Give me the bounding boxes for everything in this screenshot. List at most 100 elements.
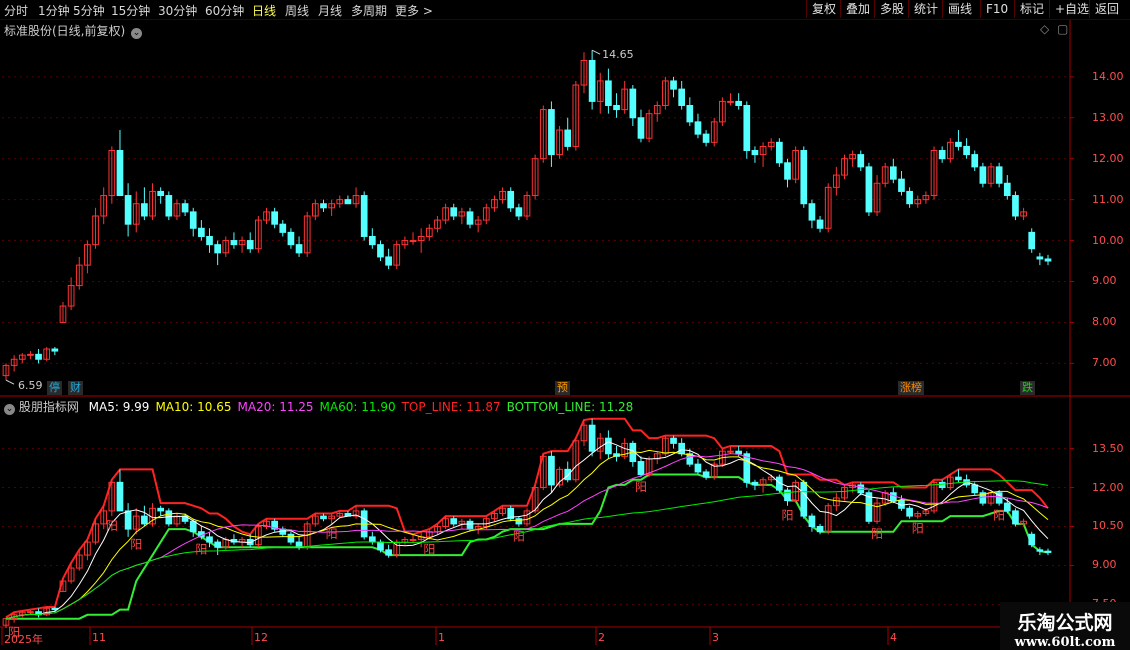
candle-body <box>564 129 572 147</box>
chart-canvas[interactable]: 14.656.59阳阳阳 阳阳阳阳阳阳阳 阳阳 <box>0 0 1130 650</box>
date-label: 12 <box>254 631 268 644</box>
candle-body <box>678 88 686 106</box>
event-marker-4[interactable]: 跌 <box>1020 381 1035 395</box>
candle-body <box>320 203 327 209</box>
ind-candle-body <box>141 515 148 525</box>
event-marker-2[interactable]: 预 <box>555 381 570 395</box>
yang-marker: 阳 <box>871 527 883 541</box>
date-label: 3 <box>712 631 719 644</box>
candle-body <box>784 162 791 180</box>
candle-body <box>189 211 197 229</box>
candle-body <box>776 141 783 164</box>
ind-candle-body <box>906 507 913 517</box>
candle-body <box>507 190 515 209</box>
candle-body <box>1028 231 1036 250</box>
ind-candle-body <box>751 481 759 486</box>
ind-candle-body <box>124 510 132 530</box>
candle-body <box>613 104 620 111</box>
yang-marker: 阳 <box>782 509 794 523</box>
candle-body <box>295 244 303 254</box>
event-marker-1[interactable]: 财 <box>68 381 83 395</box>
ind-candle-body <box>27 611 34 614</box>
price-tick-label: 8.00 <box>1092 315 1117 329</box>
ind-candle-body <box>938 481 946 489</box>
candle-body <box>466 211 474 225</box>
ind-candle-body <box>385 549 392 556</box>
candle-body <box>735 100 743 106</box>
event-marker-0[interactable]: 停 <box>47 381 62 395</box>
date-label: 4 <box>890 631 897 644</box>
ma10-line <box>5 449 1049 620</box>
candle-body <box>385 256 392 266</box>
yang-marker: 阳 <box>912 522 924 536</box>
candle-body <box>181 203 189 213</box>
price-tick-label: 10.00 <box>1092 233 1124 247</box>
ind-candle-body <box>1044 550 1052 553</box>
watermark: 乐淘公式网 www.60lt.com <box>1000 602 1130 650</box>
ind-candle-body <box>605 437 612 455</box>
indicator-tick-label: 12.00 <box>1092 480 1124 494</box>
candle-body <box>27 353 34 356</box>
candle-body <box>800 150 808 205</box>
ind-candle-body <box>702 471 710 478</box>
candle-body <box>214 244 222 254</box>
price-tick-label: 13.00 <box>1092 110 1124 124</box>
candle-body <box>344 199 352 205</box>
candle-body <box>751 150 759 156</box>
ind-candle-body <box>189 520 197 533</box>
candle-body <box>971 154 979 168</box>
ind-candle-body <box>694 463 702 473</box>
candle-body <box>1003 182 1011 197</box>
ind-candle-body <box>214 541 222 548</box>
price-tick-label: 12.00 <box>1092 151 1124 165</box>
ind-candle-body <box>157 507 165 512</box>
ind-candle-body <box>588 424 596 452</box>
ind-candle-body <box>165 510 173 525</box>
candle-body <box>808 203 816 221</box>
ind-candle-body <box>735 450 743 455</box>
candle-body <box>141 203 148 217</box>
candle-body <box>670 80 677 90</box>
ma5-line <box>5 441 1049 620</box>
ind-candle-body <box>816 525 824 533</box>
ind-candle-body <box>450 518 458 525</box>
price-tick-label: 11.00 <box>1092 192 1124 206</box>
ind-candle-body <box>206 536 213 543</box>
candle-body <box>1012 195 1019 217</box>
candle-body <box>450 207 458 217</box>
candle-body <box>857 154 865 168</box>
candle-body <box>1036 256 1044 260</box>
candle-body <box>727 100 734 103</box>
ind-candle-body <box>564 468 572 481</box>
candle-body <box>898 178 905 192</box>
date-label: 2 <box>598 631 605 644</box>
ind-candle-body <box>678 442 686 455</box>
ind-candle-body <box>670 437 677 444</box>
low-marker-text: 6.59 <box>18 379 43 392</box>
ind-candle-body <box>1028 533 1036 546</box>
yang-marker: 阳 <box>195 542 207 556</box>
ind-candle-body <box>800 481 808 517</box>
ind-candle-body <box>1003 502 1011 512</box>
event-marker-3[interactable]: 涨榜 <box>898 381 924 395</box>
high-marker-text: 14.65 <box>602 48 634 61</box>
ind-candle-body <box>637 461 645 476</box>
candle-body <box>116 150 124 197</box>
date-label: 11 <box>92 631 106 644</box>
candle-body <box>816 219 824 229</box>
candle-body <box>165 195 173 217</box>
ind-candle-body <box>116 481 124 512</box>
ind-candle-body <box>784 489 791 502</box>
ind-candle-body <box>857 484 865 494</box>
price-tick-label: 7.00 <box>1092 356 1117 370</box>
ind-candle-body <box>466 520 474 530</box>
ind-candle-body <box>727 450 734 453</box>
low-marker-line <box>5 379 15 385</box>
ind-candle-body <box>1036 549 1044 552</box>
yang-marker: 阳 <box>513 529 525 543</box>
indicator-tick-label: 13.50 <box>1092 441 1124 455</box>
candle-body <box>548 109 555 156</box>
price-tick-label: 14.00 <box>1092 69 1124 83</box>
candle-body <box>629 88 637 119</box>
candle-body <box>206 235 213 246</box>
